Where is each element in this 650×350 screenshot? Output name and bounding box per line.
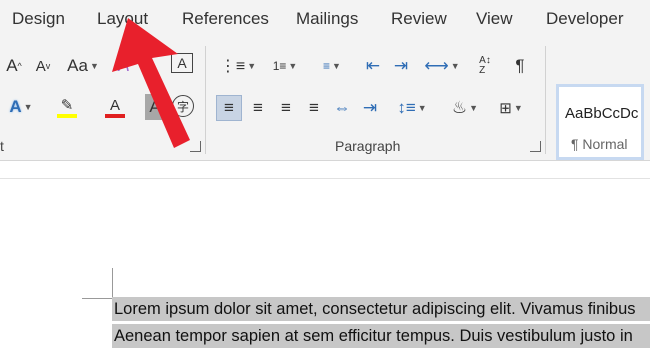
sort-icon: A↕ Z xyxy=(479,55,491,76)
document-line-1[interactable]: Lorem ipsum dolor sit amet, consectetur … xyxy=(112,297,650,321)
center-button[interactable]: ≡ xyxy=(246,95,270,121)
asian-layout-icon: ⇥ xyxy=(362,98,378,117)
align-right-icon: ≡ xyxy=(281,98,291,117)
font-color-button[interactable]: A xyxy=(96,94,134,120)
paragraph-dialog-launcher-icon[interactable] xyxy=(530,141,541,152)
align-left-button[interactable]: ≡ xyxy=(216,95,242,121)
highlight-pen-icon: ✎ xyxy=(60,97,74,114)
grow-font-button[interactable]: A ^ xyxy=(3,53,25,79)
selected-text: Aenean tempor sapien at sem efficitur te… xyxy=(114,327,633,345)
ribbon-home: A ^ Av Aa ▼ A A A ▼ ✎ A A 字 t ⋮≡ ▼ 1≡ ▼ ≡ ▼ ⇤ … xyxy=(0,40,650,161)
text-effects-icon: A xyxy=(9,97,22,116)
margin-corner-mark xyxy=(112,268,113,298)
change-case-icon: Aa xyxy=(67,56,88,75)
numbering-icon: 1≡ xyxy=(272,59,287,73)
distributed-icon: ⇔ xyxy=(333,98,351,117)
line-spacing-icon: ↕≡ xyxy=(397,98,416,117)
borders-icon: ⊞ xyxy=(499,100,512,117)
tab-mailings[interactable]: Mailings xyxy=(296,9,358,29)
font-color-bar xyxy=(105,113,125,118)
character-shading-icon: A xyxy=(149,97,161,116)
align-right-button[interactable]: ≡ xyxy=(274,95,298,121)
font-color-icon: A xyxy=(109,96,120,114)
increase-indent-icon: ⇥ xyxy=(393,56,409,75)
tab-developer[interactable]: Developer xyxy=(546,9,624,29)
group-separator xyxy=(205,46,206,154)
font-dialog-launcher-icon[interactable] xyxy=(190,141,201,152)
distributed-button[interactable]: ⇔ xyxy=(330,95,354,121)
increase-indent-button[interactable]: ⇥ xyxy=(390,53,412,79)
clear-formatting-icon: A xyxy=(118,56,130,75)
tab-references[interactable]: References xyxy=(182,9,269,29)
enclose-characters-button[interactable]: 字 xyxy=(172,95,194,117)
bullets-icon: ⋮≡ xyxy=(219,58,246,75)
line-spacing-button[interactable]: ↕≡ ▼ xyxy=(393,95,431,121)
tab-view[interactable]: View xyxy=(476,9,513,29)
asian-layout-button[interactable]: ⇥ xyxy=(358,95,382,121)
clear-formatting-button[interactable]: A xyxy=(113,53,135,79)
selected-text: Lorem ipsum dolor sit amet, consectetur … xyxy=(114,300,636,318)
paint-bucket-icon: ♨ xyxy=(451,98,468,117)
document-canvas[interactable] xyxy=(0,161,650,350)
shrink-font-icon: A xyxy=(35,57,46,75)
paragraph-group-label: Paragraph xyxy=(335,138,401,154)
decrease-indent-button[interactable]: ⇤ xyxy=(362,53,384,79)
grow-font-icon: A xyxy=(6,56,18,75)
show-formatting-marks-button[interactable]: ¶ xyxy=(509,53,531,79)
bullets-button[interactable]: ⋮≡ ▼ xyxy=(218,53,258,79)
pilcrow-icon: ¶ xyxy=(515,56,525,75)
enclose-characters-icon: 字 xyxy=(176,99,189,114)
ribbon-tab-bar: Design Layout References Mailings Review… xyxy=(0,0,650,40)
align-left-icon: ≡ xyxy=(224,98,234,117)
text-direction-icon: ⟷ xyxy=(424,56,449,75)
align-center-icon: ≡ xyxy=(253,98,263,117)
style-preview-text: AaBbCcDc xyxy=(565,105,639,122)
tab-layout[interactable]: Layout xyxy=(97,9,148,29)
text-effects-button[interactable]: A ▼ xyxy=(3,94,39,120)
sort-button[interactable]: A↕ Z xyxy=(473,53,497,79)
group-separator xyxy=(545,46,546,154)
character-border-icon: A xyxy=(177,55,187,71)
tab-review[interactable]: Review xyxy=(391,9,447,29)
change-case-button[interactable]: Aa ▼ xyxy=(65,53,101,79)
shading-button[interactable]: ♨ ▼ xyxy=(446,95,484,121)
document-line-2[interactable]: Aenean tempor sapien at sem efficitur te… xyxy=(112,324,650,348)
margin-corner-mark xyxy=(82,298,112,299)
tab-design[interactable]: Design xyxy=(12,9,65,29)
justify-icon: ≡ xyxy=(309,98,319,117)
style-normal[interactable]: AaBbCcDc ¶ Normal xyxy=(556,84,644,160)
multilevel-list-button[interactable]: ≡ ▼ xyxy=(312,53,352,79)
shrink-font-button[interactable]: Av xyxy=(32,53,54,79)
justify-button[interactable]: ≡ xyxy=(302,95,326,121)
font-group-label: t xyxy=(0,138,4,154)
text-direction-button[interactable]: ⟷ ▼ xyxy=(424,53,460,79)
borders-button[interactable]: ⊞ ▼ xyxy=(492,95,530,121)
highlight-color-bar xyxy=(57,114,77,118)
character-border-button[interactable]: A xyxy=(171,53,193,73)
page-top-edge xyxy=(0,178,650,179)
style-name: ¶ Normal xyxy=(571,136,628,152)
decrease-indent-icon: ⇤ xyxy=(365,56,381,75)
highlight-color-button[interactable]: ✎ xyxy=(48,94,86,120)
character-shading-button[interactable]: A xyxy=(145,94,165,120)
multilevel-list-icon: ≡ xyxy=(323,59,331,73)
numbering-button[interactable]: 1≡ ▼ xyxy=(265,53,305,79)
